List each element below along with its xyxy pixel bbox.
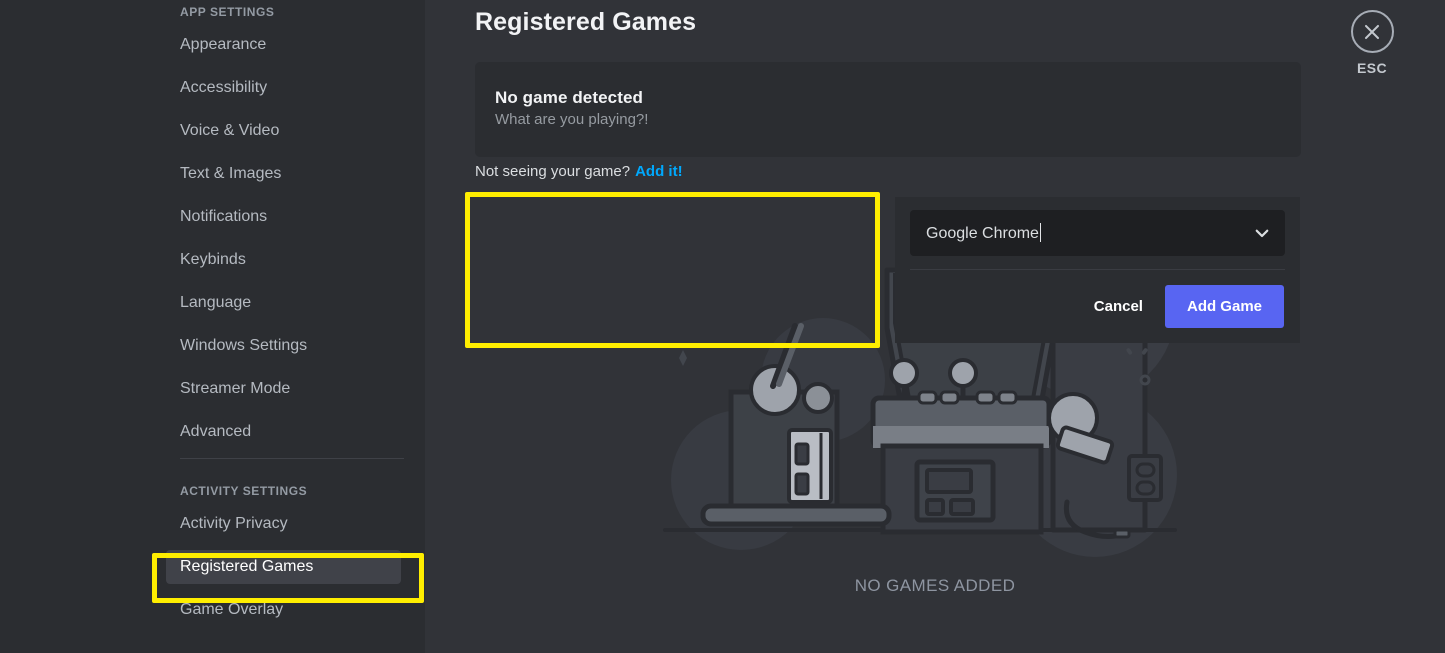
game-select-text: Google Chrome bbox=[926, 225, 1039, 242]
sidebar-divider bbox=[180, 458, 404, 459]
close-esc-button[interactable]: ESC bbox=[1341, 10, 1403, 76]
add-game-actions: Cancel Add Game bbox=[1072, 285, 1284, 328]
sidebar-item-voice-video[interactable]: Voice & Video bbox=[166, 114, 401, 148]
not-seeing-your-game-label: Not seeing your game? bbox=[475, 163, 630, 180]
add-game-button[interactable]: Add Game bbox=[1165, 285, 1284, 328]
settings-sidebar: APP SETTINGS Appearance Accessibility Vo… bbox=[0, 0, 425, 653]
page-title: Registered Games bbox=[475, 8, 696, 37]
panel-divider bbox=[910, 269, 1285, 270]
no-game-detected-title: No game detected bbox=[495, 88, 1301, 108]
esc-label: ESC bbox=[1341, 60, 1403, 76]
sidebar-item-accessibility[interactable]: Accessibility bbox=[166, 71, 401, 105]
chevron-down-icon bbox=[1253, 224, 1271, 242]
game-select-value: Google Chrome bbox=[926, 223, 1253, 243]
text-cursor bbox=[1040, 223, 1041, 242]
game-select-dropdown[interactable]: Google Chrome bbox=[910, 210, 1285, 256]
sidebar-item-streamer-mode[interactable]: Streamer Mode bbox=[166, 372, 401, 406]
add-it-link[interactable]: Add it! bbox=[635, 163, 682, 180]
sidebar-item-appearance[interactable]: Appearance bbox=[166, 28, 401, 62]
sidebar-item-keybinds[interactable]: Keybinds bbox=[166, 243, 401, 277]
sidebar-item-activity-privacy[interactable]: Activity Privacy bbox=[166, 507, 401, 541]
sidebar-item-language[interactable]: Language bbox=[166, 286, 401, 320]
sidebar-item-game-overlay[interactable]: Game Overlay bbox=[166, 593, 401, 627]
sidebar-section-activity-settings: ACTIVITY SETTINGS bbox=[166, 479, 401, 503]
not-seeing-your-game-row: Not seeing your game? Add it! bbox=[475, 163, 683, 180]
discord-user-settings-window: APP SETTINGS Appearance Accessibility Vo… bbox=[0, 0, 1445, 653]
close-x-icon bbox=[1351, 10, 1394, 53]
sidebar-item-windows-settings[interactable]: Windows Settings bbox=[166, 329, 401, 363]
no-game-detected-card: No game detected What are you playing?! bbox=[475, 62, 1301, 157]
main-content: Registered Games bbox=[425, 0, 1445, 653]
sidebar-content: APP SETTINGS Appearance Accessibility Vo… bbox=[0, 0, 425, 636]
add-game-panel: Google Chrome Cancel Add Game bbox=[895, 197, 1300, 343]
empty-state-label: NO GAMES ADDED bbox=[855, 576, 1016, 596]
no-game-detected-subtitle: What are you playing?! bbox=[495, 111, 1301, 128]
cancel-button[interactable]: Cancel bbox=[1072, 287, 1165, 327]
sidebar-item-text-images[interactable]: Text & Images bbox=[166, 157, 401, 191]
sidebar-item-advanced[interactable]: Advanced bbox=[166, 415, 401, 449]
sidebar-item-registered-games[interactable]: Registered Games bbox=[166, 550, 401, 584]
sidebar-item-notifications[interactable]: Notifications bbox=[166, 200, 401, 234]
sidebar-section-app-settings: APP SETTINGS bbox=[166, 0, 401, 24]
